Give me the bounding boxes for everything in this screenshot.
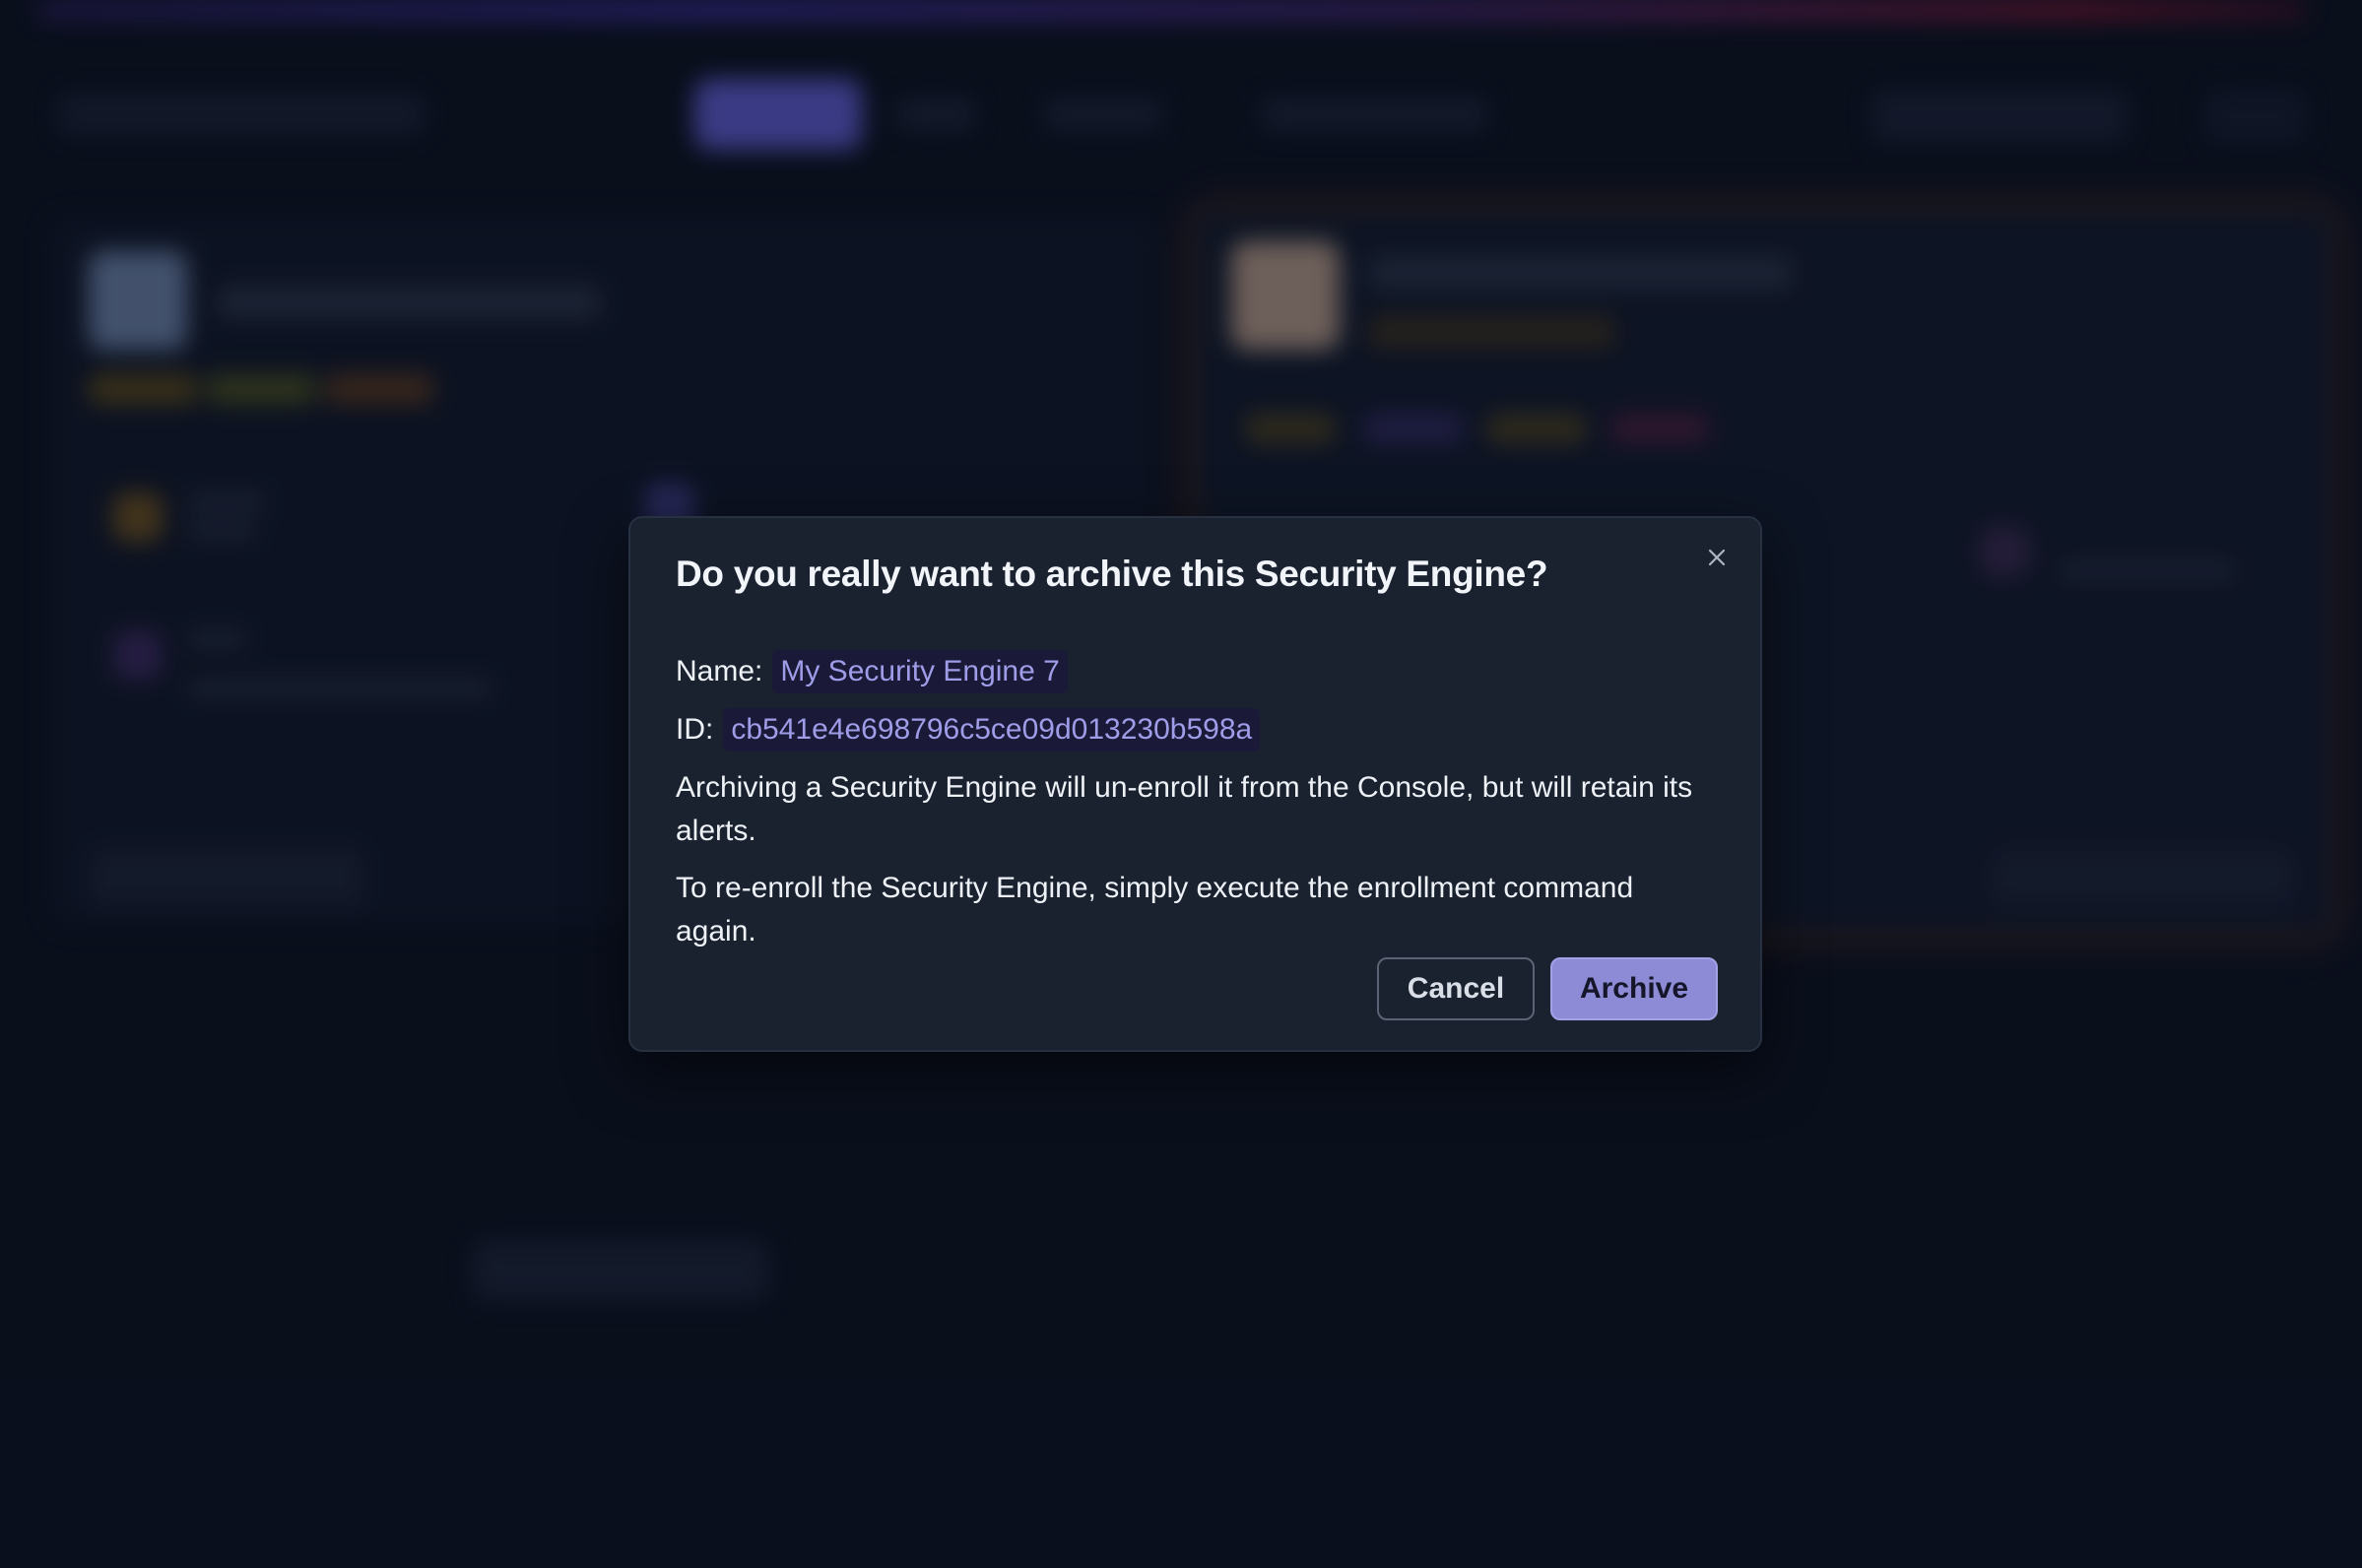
name-label: Name: <box>676 655 763 687</box>
archive-explanation: Archiving a Security Engine will un-enro… <box>676 771 1693 847</box>
id-label: ID: <box>676 713 714 746</box>
engine-name-value: My Security Engine 7 <box>772 650 1068 693</box>
close-button[interactable] <box>1697 538 1737 577</box>
cancel-button[interactable]: Cancel <box>1377 957 1535 1020</box>
dialog-title: Do you really want to archive this Secur… <box>676 554 1548 594</box>
engine-id-value: cb541e4e698796c5ce09d013230b598a <box>723 708 1261 751</box>
reenroll-explanation: To re-enroll the Security Engine, simply… <box>676 872 1634 947</box>
engine-name-row: Name: My Security Engine 7 <box>676 650 1068 693</box>
archive-confirm-dialog: Do you really want to archive this Secur… <box>628 516 1762 1052</box>
engine-id-row: ID: cb541e4e698796c5ce09d013230b598a <box>676 708 1261 751</box>
close-icon <box>1708 549 1726 566</box>
archive-button[interactable]: Archive <box>1550 957 1718 1020</box>
